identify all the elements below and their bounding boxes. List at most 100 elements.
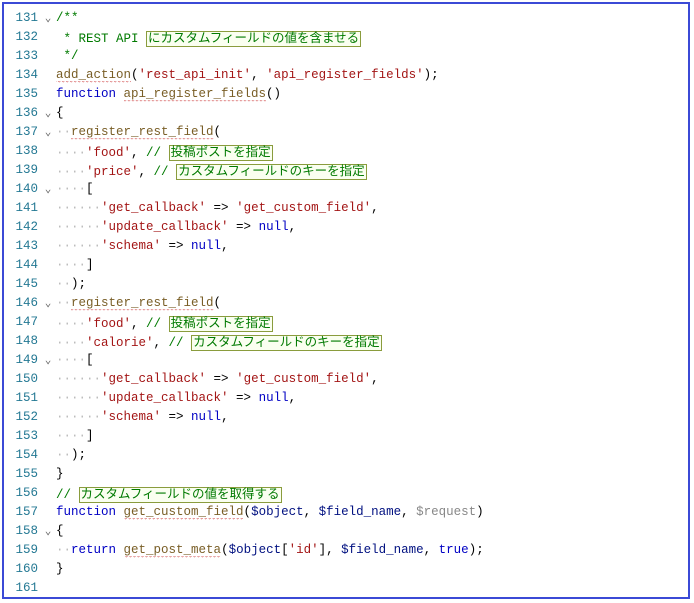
token: ·· bbox=[56, 125, 71, 139]
line-number: 160 bbox=[4, 562, 40, 576]
code-content[interactable]: ······'get_callback' => 'get_custom_fiel… bbox=[56, 201, 688, 215]
code-content[interactable]: ····'food', // 投稿ポストを指定 bbox=[56, 312, 688, 331]
code-line[interactable]: 134add_action('rest_api_init', 'api_regi… bbox=[4, 65, 688, 84]
code-line[interactable]: 132 * REST API にカスタムフィールドの値を含ませる bbox=[4, 27, 688, 46]
code-line[interactable]: 160} bbox=[4, 559, 688, 578]
code-line[interactable]: 140⌄····[ bbox=[4, 179, 688, 198]
code-content[interactable]: ······'schema' => null, bbox=[56, 410, 688, 424]
code-content[interactable]: ······'schema' => null, bbox=[56, 239, 688, 253]
code-content[interactable]: ··register_rest_field( bbox=[56, 296, 688, 310]
code-line[interactable]: 153 ····] bbox=[4, 426, 688, 445]
fold-toggle-icon[interactable]: ⌄ bbox=[40, 125, 56, 139]
token: null bbox=[191, 410, 221, 424]
fold-toggle-icon[interactable]: ⌄ bbox=[40, 182, 56, 196]
code-line[interactable]: 154··); bbox=[4, 445, 688, 464]
code-line[interactable]: 157function get_custom_field($object, $f… bbox=[4, 502, 688, 521]
code-content[interactable]: */ bbox=[56, 49, 688, 63]
code-content[interactable]: ··register_rest_field( bbox=[56, 125, 688, 139]
code-line[interactable]: 155} bbox=[4, 464, 688, 483]
code-content[interactable]: } bbox=[56, 562, 688, 576]
code-line[interactable]: 152······'schema' => null, bbox=[4, 407, 688, 426]
line-number: 143 bbox=[4, 239, 40, 253]
code-content[interactable]: ····'price', // カスタムフィールドのキーを指定 bbox=[56, 160, 688, 179]
token: , bbox=[289, 220, 297, 234]
token: 'schema' bbox=[101, 410, 161, 424]
fold-toggle-icon[interactable]: ⌄ bbox=[40, 524, 56, 538]
token: 'get_callback' bbox=[101, 201, 206, 215]
code-line[interactable]: 133 */ bbox=[4, 46, 688, 65]
code-content[interactable]: ······'get_callback' => 'get_custom_fiel… bbox=[56, 372, 688, 386]
code-line[interactable]: 136⌄{ bbox=[4, 103, 688, 122]
token: ( bbox=[244, 505, 252, 519]
code-line[interactable]: 131⌄/** bbox=[4, 8, 688, 27]
code-content[interactable]: ··); bbox=[56, 448, 688, 462]
code-content[interactable]: ····] bbox=[56, 258, 688, 272]
token: => bbox=[161, 239, 191, 253]
code-content[interactable]: add_action('rest_api_init', 'api_registe… bbox=[56, 68, 688, 82]
token: ······ bbox=[56, 410, 101, 424]
token: , bbox=[131, 317, 146, 331]
code-content[interactable]: ··return get_post_meta($object['id'], $f… bbox=[56, 543, 688, 557]
token: カスタムフィールドの値を取得する bbox=[79, 487, 282, 503]
code-content[interactable]: ······'update_callback' => null, bbox=[56, 220, 688, 234]
code-editor[interactable]: 131⌄/**132 * REST API にカスタムフィールドの値を含ませる1… bbox=[2, 2, 690, 599]
code-content[interactable]: function api_register_fields() bbox=[56, 87, 688, 101]
code-line[interactable]: 161 bbox=[4, 578, 688, 597]
line-number: 141 bbox=[4, 201, 40, 215]
fold-toggle-icon[interactable]: ⌄ bbox=[40, 106, 56, 120]
token: /** bbox=[56, 11, 79, 25]
code-line[interactable]: 137⌄··register_rest_field( bbox=[4, 122, 688, 141]
code-line[interactable]: 144····] bbox=[4, 255, 688, 274]
token: null bbox=[259, 391, 289, 405]
code-line[interactable]: 159··return get_post_meta($object['id'],… bbox=[4, 540, 688, 559]
code-line[interactable]: 149⌄····[ bbox=[4, 350, 688, 369]
line-number: 146 bbox=[4, 296, 40, 310]
code-line[interactable]: 151······'update_callback' => null, bbox=[4, 388, 688, 407]
code-line[interactable]: 139····'price', // カスタムフィールドのキーを指定 bbox=[4, 160, 688, 179]
code-line[interactable]: 143 ······'schema' => null, bbox=[4, 236, 688, 255]
code-line[interactable]: 148····'calorie', // カスタムフィールドのキーを指定 bbox=[4, 331, 688, 350]
token: 'calorie' bbox=[86, 336, 154, 350]
token: ·· bbox=[56, 296, 71, 310]
code-content[interactable]: ····'calorie', // カスタムフィールドのキーを指定 bbox=[56, 331, 688, 350]
code-content[interactable]: /** bbox=[56, 11, 688, 25]
line-number: 149 bbox=[4, 353, 40, 367]
fold-toggle-icon[interactable]: ⌄ bbox=[40, 353, 56, 367]
token: ······ bbox=[56, 201, 101, 215]
code-content[interactable]: ··); bbox=[56, 277, 688, 291]
code-line[interactable]: 158⌄{ bbox=[4, 521, 688, 540]
code-content[interactable]: // カスタムフィールドの値を取得する bbox=[56, 483, 688, 502]
code-line[interactable]: 141 ······'get_callback' => 'get_custom_f… bbox=[4, 198, 688, 217]
code-content[interactable]: { bbox=[56, 524, 688, 538]
token: // bbox=[56, 488, 79, 502]
token: 'id' bbox=[289, 543, 319, 557]
token: api_register_fields bbox=[124, 87, 267, 102]
code-line[interactable]: 150······'get_callback' => 'get_custom_f… bbox=[4, 369, 688, 388]
code-line[interactable]: 147····'food', // 投稿ポストを指定 bbox=[4, 312, 688, 331]
code-content[interactable]: * REST API にカスタムフィールドの値を含ませる bbox=[56, 27, 688, 46]
code-content[interactable]: } bbox=[56, 467, 688, 481]
line-number: 156 bbox=[4, 486, 40, 500]
token: 'food' bbox=[86, 317, 131, 331]
token: , bbox=[371, 372, 379, 386]
line-number: 153 bbox=[4, 429, 40, 443]
fold-toggle-icon[interactable]: ⌄ bbox=[40, 11, 56, 25]
code-content[interactable]: ······'update_callback' => null, bbox=[56, 391, 688, 405]
token: ] bbox=[86, 258, 94, 272]
token: { bbox=[56, 106, 64, 120]
code-content[interactable]: ····] bbox=[56, 429, 688, 443]
code-line[interactable]: 145··); bbox=[4, 274, 688, 293]
code-line[interactable]: 146⌄··register_rest_field( bbox=[4, 293, 688, 312]
code-content[interactable]: ····'food', // 投稿ポストを指定 bbox=[56, 141, 688, 160]
fold-toggle-icon[interactable]: ⌄ bbox=[40, 296, 56, 310]
code-line[interactable]: 156 // カスタムフィールドの値を取得する bbox=[4, 483, 688, 502]
code-line[interactable]: 138····'food', // 投稿ポストを指定 bbox=[4, 141, 688, 160]
code-content[interactable]: ····[ bbox=[56, 182, 688, 196]
code-content[interactable]: function get_custom_field($object, $fiel… bbox=[56, 505, 688, 519]
token: ( bbox=[221, 543, 229, 557]
code-line[interactable]: 135function api_register_fields() bbox=[4, 84, 688, 103]
token: ···· bbox=[56, 336, 86, 350]
code-content[interactable]: ····[ bbox=[56, 353, 688, 367]
code-content[interactable]: { bbox=[56, 106, 688, 120]
code-line[interactable]: 142······'update_callback' => null, bbox=[4, 217, 688, 236]
